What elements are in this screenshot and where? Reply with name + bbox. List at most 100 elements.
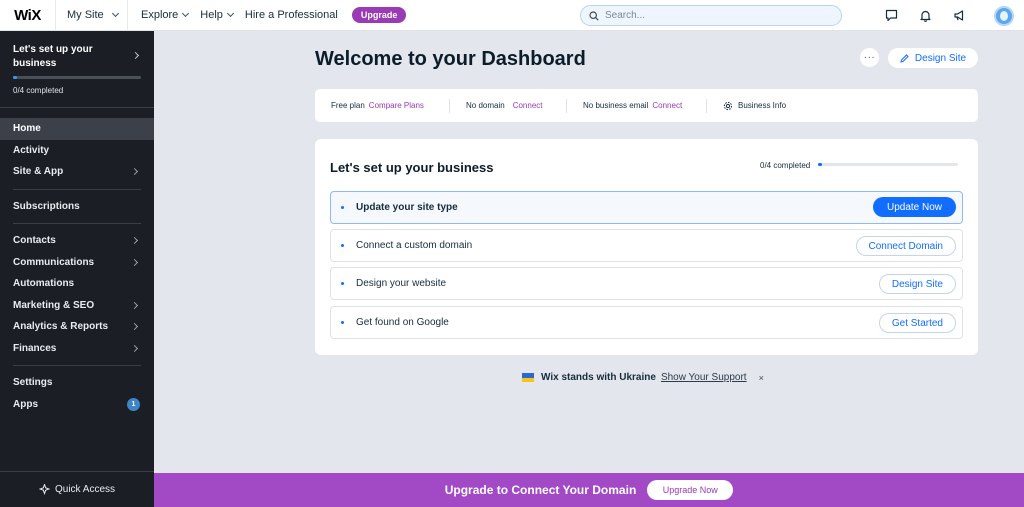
- top-nav: Explore Help Hire a Professional Upgrade: [128, 7, 407, 23]
- close-icon[interactable]: ×: [759, 373, 764, 383]
- sidebar-setup-widget[interactable]: Let's set up your business 0/4 completed: [0, 31, 154, 108]
- business-info-link[interactable]: Business Info: [707, 89, 786, 122]
- bullet-icon: [341, 282, 344, 285]
- site-info-bar: Free plan Compare Plans No domain Connec…: [315, 89, 978, 122]
- site-selector-label: My Site: [67, 9, 104, 21]
- task-connect-domain[interactable]: Connect a custom domain Connect Domain: [330, 229, 963, 262]
- plan-info: Free plan Compare Plans: [315, 89, 449, 122]
- sidebar-item-subscriptions[interactable]: Subscriptions: [0, 196, 154, 218]
- search-input[interactable]: [605, 10, 825, 21]
- connect-domain-link[interactable]: Connect: [513, 101, 543, 110]
- email-text: No business email: [583, 101, 649, 110]
- nav-hire-label: Hire a Professional: [244, 9, 338, 21]
- sidebar-item-automations[interactable]: Automations: [0, 273, 154, 295]
- setup-card-progress-fill: [818, 163, 823, 166]
- setup-card: Let's set up your business 0/4 completed…: [315, 139, 978, 355]
- announcements-button[interactable]: [942, 0, 976, 31]
- sidebar-item-home[interactable]: Home: [0, 118, 154, 140]
- bell-icon: [919, 10, 931, 22]
- sidebar-item-contacts[interactable]: Contacts: [0, 230, 154, 252]
- chat-icon: [885, 9, 897, 22]
- quick-access-label: Quick Access: [54, 484, 116, 495]
- compare-plans-link[interactable]: Compare Plans: [369, 101, 424, 110]
- sidebar-setup-progress-bar: [13, 76, 141, 79]
- chat-button[interactable]: [874, 0, 908, 31]
- chevron-down-icon: [226, 9, 234, 18]
- sidebar-item-label: Activity: [13, 144, 50, 156]
- design-site-task-button[interactable]: Design Site: [878, 274, 956, 294]
- sidebar: Let's set up your business 0/4 completed…: [0, 31, 154, 507]
- sidebar-item-site-app[interactable]: Site & App: [0, 161, 154, 183]
- chevron-right-icon: [130, 301, 139, 309]
- chevron-down-icon: [111, 9, 119, 18]
- task-label: Update your site type: [356, 202, 458, 213]
- bullet-icon: [341, 206, 344, 209]
- task-update-site-type[interactable]: Update your site type Update Now: [330, 191, 963, 224]
- chevron-right-icon: [130, 344, 139, 352]
- ukraine-support-notice: Wix stands with Ukraine Show Your Suppor…: [522, 372, 764, 383]
- sidebar-item-label: Communications: [13, 256, 95, 268]
- nav-help[interactable]: Help: [200, 9, 234, 21]
- chevron-right-icon: [130, 237, 139, 245]
- page-title: Welcome to your Dashboard: [315, 48, 586, 70]
- sidebar-divider: [13, 223, 141, 224]
- chevron-right-icon: [130, 258, 139, 266]
- sidebar-item-label: Contacts: [13, 235, 56, 247]
- get-started-button[interactable]: Get Started: [878, 313, 956, 333]
- bullet-icon: [341, 321, 344, 324]
- task-design-website[interactable]: Design your website Design Site: [330, 267, 963, 300]
- connect-email-link[interactable]: Connect: [652, 101, 682, 110]
- chevron-right-icon: [130, 168, 139, 176]
- avatar[interactable]: [994, 5, 1014, 26]
- notifications-button[interactable]: [908, 0, 942, 31]
- connect-domain-button[interactable]: Connect Domain: [855, 236, 956, 256]
- task-label: Connect a custom domain: [356, 240, 473, 251]
- sidebar-item-marketing-seo[interactable]: Marketing & SEO: [0, 295, 154, 317]
- update-now-button[interactable]: Update Now: [873, 197, 956, 217]
- search-icon: [589, 10, 599, 21]
- domain-text: No domain: [466, 101, 505, 110]
- nav-help-label: Help: [200, 9, 223, 21]
- nav-explore[interactable]: Explore: [141, 9, 190, 21]
- task-label: Design your website: [356, 278, 447, 289]
- top-icons: [874, 0, 1024, 31]
- more-actions-button[interactable]: ···: [860, 48, 879, 67]
- sidebar-item-apps[interactable]: Apps 1: [0, 394, 154, 416]
- site-selector[interactable]: My Site: [56, 0, 128, 31]
- sidebar-item-label: Marketing & SEO: [13, 299, 95, 311]
- sidebar-item-label: Site & App: [13, 166, 64, 178]
- nav-hire-professional[interactable]: Hire a Professional: [245, 9, 338, 21]
- task-get-found-google[interactable]: Get found on Google Get Started: [330, 306, 963, 339]
- search-bar[interactable]: [580, 5, 842, 26]
- ukraine-text: Wix stands with Ukraine: [541, 372, 656, 383]
- quick-access-button[interactable]: Quick Access: [0, 471, 154, 507]
- sidebar-divider: [13, 365, 141, 366]
- design-site-button[interactable]: Design Site: [888, 48, 978, 68]
- sidebar-item-label: Finances: [13, 342, 57, 354]
- sidebar-item-analytics-reports[interactable]: Analytics & Reports: [0, 316, 154, 338]
- sidebar-item-label: Home: [13, 123, 41, 135]
- plan-text: Free plan: [331, 101, 365, 110]
- email-info: No business email Connect: [567, 89, 706, 122]
- apps-count-badge: 1: [127, 397, 140, 411]
- sidebar-item-activity[interactable]: Activity: [0, 140, 154, 162]
- wix-logo[interactable]: WiX: [0, 0, 56, 31]
- sidebar-menu: Home Activity Site & App Subscriptions C…: [0, 108, 154, 415]
- sidebar-item-finances[interactable]: Finances: [0, 338, 154, 360]
- chevron-right-icon: [131, 51, 140, 60]
- setup-card-title: Let's set up your business: [330, 160, 494, 175]
- sidebar-item-label: Analytics & Reports: [13, 321, 109, 333]
- sidebar-item-label: Subscriptions: [13, 200, 80, 212]
- upgrade-button[interactable]: Upgrade: [351, 7, 407, 23]
- sidebar-setup-progress-fill: [13, 76, 17, 79]
- upgrade-now-button[interactable]: Upgrade Now: [647, 480, 734, 500]
- bullet-icon: [341, 244, 344, 247]
- sidebar-item-settings[interactable]: Settings: [0, 372, 154, 394]
- setup-card-progress-text: 0/4 completed: [760, 161, 811, 170]
- upgrade-banner: Upgrade to Connect Your Domain Upgrade N…: [154, 473, 1024, 507]
- show-support-link[interactable]: Show Your Support: [661, 372, 747, 383]
- sidebar-item-label: Automations: [13, 278, 75, 290]
- domain-info: No domain Connect: [450, 89, 566, 122]
- sidebar-item-communications[interactable]: Communications: [0, 252, 154, 274]
- business-info-label: Business Info: [738, 101, 787, 110]
